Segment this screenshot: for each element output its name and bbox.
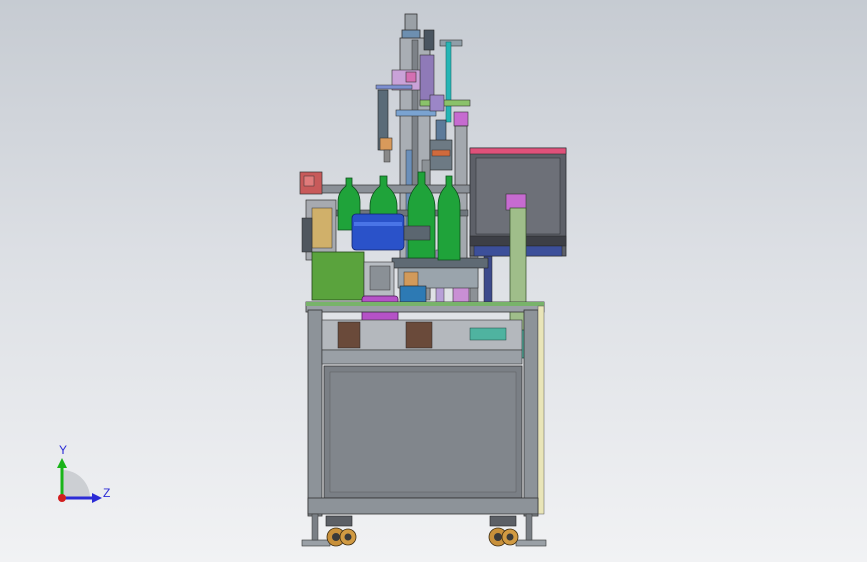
caster-left [301,513,357,547]
machine-cabinet [305,301,545,517]
z-axis-label: Z [103,486,110,500]
triad-quadrant-icon [62,470,90,498]
y-axis-label: Y [59,443,67,457]
caster-right [488,513,547,547]
cad-viewport[interactable]: Y Z [0,0,867,562]
machine-assembly [299,13,567,547]
orientation-triad[interactable]: Y Z [57,443,110,503]
triad-origin-icon [58,494,66,502]
motor-block [311,251,395,301]
